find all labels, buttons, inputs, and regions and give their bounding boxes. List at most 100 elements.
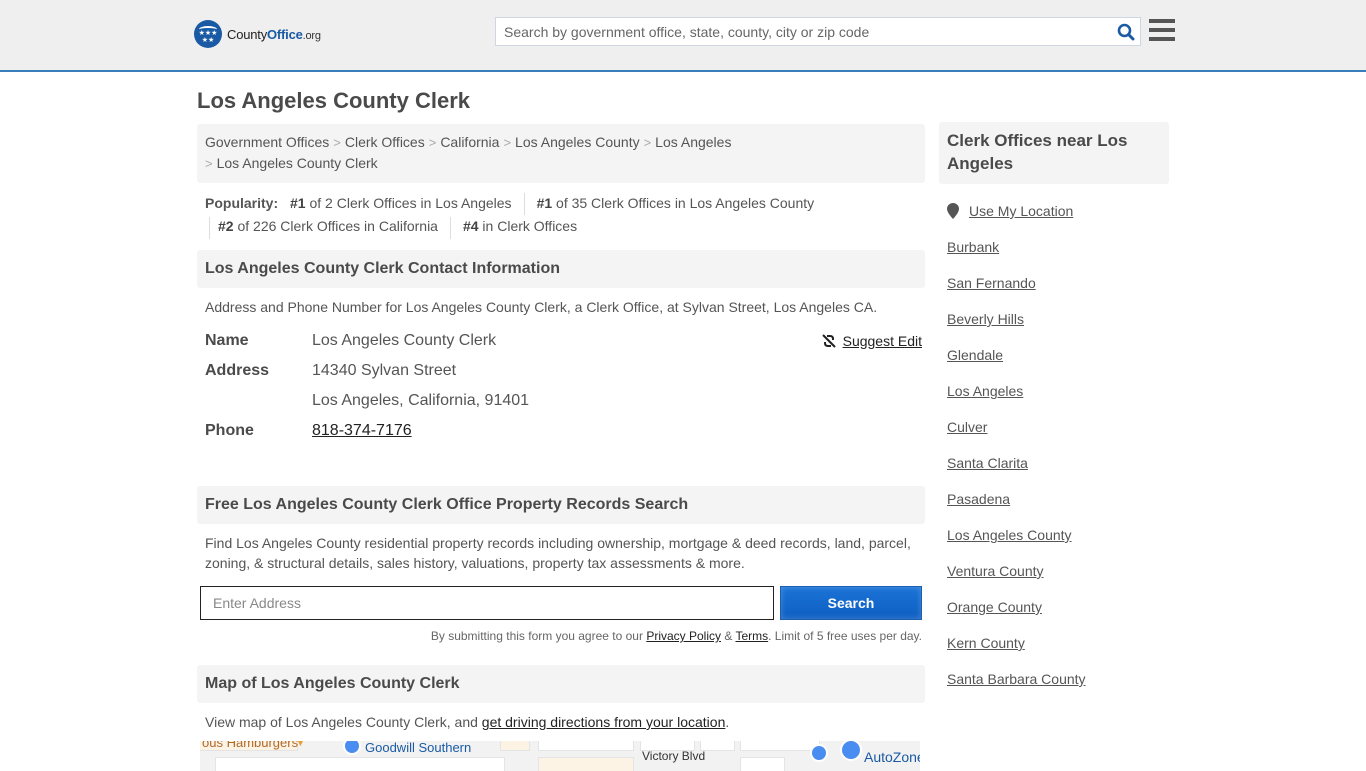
contact-heading: Los Angeles County Clerk Contact Informa… [197, 249, 925, 288]
shopping-bag-icon[interactable] [810, 744, 828, 762]
property-description: Find Los Angeles County residential prop… [205, 535, 911, 571]
sidebar-heading: Clerk Offices near Los Angeles [939, 122, 1169, 184]
list-item: Beverly Hills [947, 309, 1169, 345]
map-marker-icon: ▼ [295, 741, 306, 749]
nearby-link-glendale[interactable]: Glendale [947, 347, 1003, 363]
site-logo[interactable]: ★★★ ★★ CountyOffice.org [194, 20, 321, 48]
use-my-location[interactable]: Use My Location [947, 201, 1169, 237]
nearby-link-ventura-county[interactable]: Ventura County [947, 563, 1044, 579]
divider [449, 216, 451, 239]
popularity-item: #1 of 35 Clerk Offices in Los Angeles Co… [536, 195, 815, 211]
page-title: Los Angeles County Clerk [197, 88, 471, 113]
breadcrumb-current: Los Angeles County Clerk [216, 155, 378, 171]
address-row-2: Los Angeles, California, 91401 [205, 389, 925, 419]
list-item: Santa Barbara County [947, 669, 1169, 705]
list-item: Burbank [947, 237, 1169, 273]
list-item: Los Angeles [947, 381, 1169, 417]
list-item: Pasadena [947, 489, 1169, 525]
nearby-link-santa-barbara-county[interactable]: Santa Barbara County [947, 671, 1086, 687]
list-item: Los Angeles County [947, 525, 1169, 561]
privacy-policy-link[interactable]: Privacy Policy [646, 629, 721, 643]
address-line1: 14340 Sylvan Street [312, 361, 457, 379]
breadcrumb-government-offices[interactable]: Government Offices [205, 134, 329, 150]
eagle-seal-icon: ★★★ ★★ [194, 20, 222, 48]
nearby-sidebar: Clerk Offices near Los Angeles Use My Lo… [939, 122, 1169, 705]
site-header: ★★★ ★★ CountyOffice.org [0, 0, 1366, 72]
map-heading: Map of Los Angeles County Clerk [197, 665, 925, 703]
site-search [495, 17, 1141, 46]
nearby-link-burbank[interactable]: Burbank [947, 239, 999, 255]
breadcrumb-los-angeles[interactable]: Los Angeles [655, 134, 731, 150]
contact-info: Name Los Angeles County Clerk Address 14… [197, 329, 925, 449]
address-label: Address [205, 361, 270, 379]
property-search-form: Search [197, 586, 925, 620]
name-row: Name Los Angeles County Clerk [205, 329, 925, 359]
nearby-link-pasadena[interactable]: Pasadena [947, 491, 1010, 507]
nearby-link-beverly-hills[interactable]: Beverly Hills [947, 311, 1024, 327]
breadcrumb-california[interactable]: California [440, 134, 499, 150]
shopping-bag-icon[interactable] [840, 741, 862, 761]
logo-text: CountyOffice.org [227, 26, 321, 42]
terms-link[interactable]: Terms [735, 629, 768, 643]
property-search-section: Free Los Angeles County Clerk Office Pro… [197, 486, 925, 643]
suggest-edit[interactable]: Suggest Edit [821, 329, 922, 353]
unlink-icon [821, 333, 837, 349]
breadcrumb: Government Offices > Clerk Offices > Califor… [197, 124, 925, 183]
breadcrumb-separator: > [428, 135, 437, 150]
breadcrumb-los-angeles-county[interactable]: Los Angeles County [515, 134, 640, 150]
list-item: San Fernando [947, 273, 1169, 309]
popularity-item: #1 of 2 Clerk Offices in Los Angeles [290, 195, 512, 211]
use-my-location-link[interactable]: Use My Location [969, 201, 1073, 221]
list-item: Glendale [947, 345, 1169, 381]
map-label: Goodwill Southern [365, 741, 472, 755]
address-input[interactable] [200, 586, 774, 620]
phone-row: Phone 818-374-7176 [205, 419, 925, 449]
nearby-link-san-fernando[interactable]: San Fernando [947, 275, 1036, 291]
map-description: View map of Los Angeles County Clerk, an… [205, 714, 730, 730]
main-content: Government Offices > Clerk Offices > Califor… [197, 124, 925, 771]
terms-notice: By submitting this form you agree to our… [430, 629, 922, 643]
address-line2: Los Angeles, California, 91401 [312, 391, 530, 409]
list-item: Ventura County [947, 561, 1169, 597]
divider [523, 193, 525, 216]
nearby-link-los-angeles[interactable]: Los Angeles [947, 383, 1023, 399]
site-search-input[interactable] [496, 18, 1112, 45]
hamburger-menu-icon[interactable] [1149, 19, 1175, 43]
suggest-edit-link[interactable]: Suggest Edit [843, 329, 922, 353]
nearby-list: Use My Location Burbank San Fernando Bev… [939, 201, 1169, 705]
nearby-link-orange-county[interactable]: Orange County [947, 599, 1042, 615]
phone-label: Phone [205, 421, 254, 439]
map-label: AutoZone [864, 749, 920, 765]
popularity-item: #4 in Clerk Offices [462, 218, 578, 235]
shopping-bag-icon[interactable] [343, 741, 361, 755]
map-label: ous Hamburgers [202, 741, 299, 750]
list-item: Santa Clarita [947, 453, 1169, 489]
nearby-link-kern-county[interactable]: Kern County [947, 635, 1025, 651]
breadcrumb-clerk-offices[interactable]: Clerk Offices [345, 134, 425, 150]
list-item: Culver [947, 417, 1169, 453]
map[interactable]: ous Hamburgers ▼ Goodwill Southern Victo… [200, 741, 920, 771]
popularity-item: #2 of 226 Clerk Offices in California [218, 218, 438, 235]
list-item: Orange County [947, 597, 1169, 633]
name-value: Los Angeles County Clerk [312, 331, 497, 349]
driving-directions-link[interactable]: get driving directions from your locatio… [482, 714, 726, 730]
nearby-link-los-angeles-county[interactable]: Los Angeles County [947, 527, 1072, 543]
popularity-label: Popularity: [205, 195, 279, 211]
map-pin-icon [947, 203, 959, 219]
property-heading: Free Los Angeles County Clerk Office Pro… [197, 486, 925, 524]
breadcrumb-separator: > [643, 135, 652, 150]
map-street-label: Victory Blvd [642, 749, 706, 763]
property-search-button[interactable]: Search [780, 586, 922, 620]
search-icon[interactable] [1112, 18, 1140, 45]
breadcrumb-separator: > [333, 135, 341, 150]
contact-description: Address and Phone Number for Los Angeles… [205, 298, 878, 315]
map-section: Map of Los Angeles County Clerk View map… [197, 665, 925, 771]
address-row: Address 14340 Sylvan Street [205, 359, 925, 389]
breadcrumb-separator: > [503, 135, 512, 150]
phone-link[interactable]: 818-374-7176 [312, 419, 412, 449]
list-item: Kern County [947, 633, 1169, 669]
nearby-link-culver[interactable]: Culver [947, 419, 987, 435]
popularity-rankings: Popularity: #1 of 2 Clerk Offices in Los… [197, 183, 925, 239]
nearby-link-santa-clarita[interactable]: Santa Clarita [947, 455, 1028, 471]
breadcrumb-separator: > [205, 156, 213, 171]
